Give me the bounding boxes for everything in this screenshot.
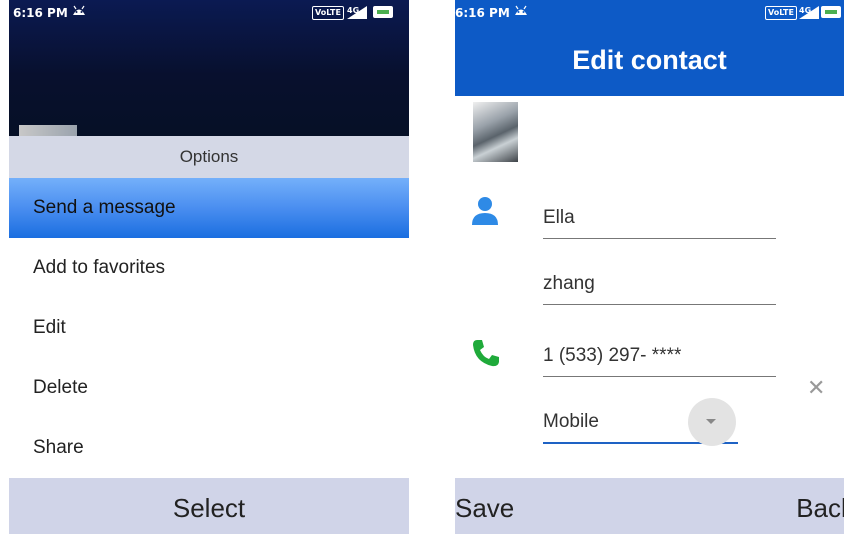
field-underline (543, 376, 776, 377)
save-softkey[interactable]: Save (455, 493, 514, 524)
first-name-field[interactable]: Ella (543, 198, 776, 239)
first-name-value: Ella (543, 207, 575, 228)
status-time: 6:16 PM (455, 6, 510, 20)
android-icon (513, 4, 529, 19)
volte-badge: VoLTE (312, 6, 344, 20)
menu-item-label: Add to favorites (33, 257, 166, 278)
menu-item-share[interactable]: Share (9, 418, 409, 478)
menu-item-label: Send a message (33, 197, 176, 218)
contact-photo[interactable] (473, 102, 518, 162)
menu-item-label: Edit (33, 317, 66, 338)
options-screen: 6:16 PM VoLTE 4G Options Send a message … (9, 0, 409, 534)
last-name-field[interactable]: zhang (543, 264, 776, 305)
options-header: Options (9, 136, 409, 178)
signal-4g-label: 4G (799, 6, 811, 15)
field-underline (543, 238, 776, 239)
contact-photo-thumbnail (19, 125, 77, 136)
menu-item-add-to-favorites[interactable]: Add to favorites (9, 238, 409, 298)
battery-icon (821, 6, 841, 18)
status-bar: 6:16 PM VoLTE 4G (9, 0, 409, 28)
chevron-down-icon (706, 419, 716, 424)
softkey-bar: Save Back (455, 478, 844, 534)
person-icon (471, 196, 499, 231)
status-time: 6:16 PM (13, 6, 68, 20)
phone-number-value: 1 (533) 297- **** (543, 345, 682, 366)
volte-badge: VoLTE (765, 6, 797, 20)
select-softkey[interactable]: Select (9, 478, 409, 534)
app-header: 6:16 PM VoLTE 4G Edit contact (455, 0, 844, 96)
edit-contact-screen: 6:16 PM VoLTE 4G Edit contact Ella zhang… (455, 0, 844, 534)
menu-item-send-message[interactable]: Send a message (9, 178, 409, 238)
battery-icon (373, 6, 393, 18)
last-name-value: zhang (543, 273, 595, 294)
back-softkey[interactable]: Back (796, 493, 844, 524)
clear-icon[interactable]: ✕ (807, 375, 825, 401)
menu-item-label: Delete (33, 377, 88, 398)
field-underline (543, 304, 776, 305)
signal-4g-label: 4G (347, 6, 359, 15)
menu-item-edit[interactable]: Edit (9, 298, 409, 358)
android-icon (71, 4, 87, 19)
signal-icon: 4G (798, 5, 820, 22)
page-title: Edit contact (572, 45, 727, 75)
menu-item-label: Share (33, 437, 84, 458)
status-bar: 6:16 PM VoLTE 4G (455, 0, 844, 28)
phone-number-field[interactable]: 1 (533) 297- **** (543, 336, 776, 377)
menu-item-delete[interactable]: Delete (9, 358, 409, 418)
dropdown-toggle[interactable] (688, 398, 736, 446)
phone-icon (471, 338, 501, 373)
signal-icon: 4G (346, 5, 368, 22)
